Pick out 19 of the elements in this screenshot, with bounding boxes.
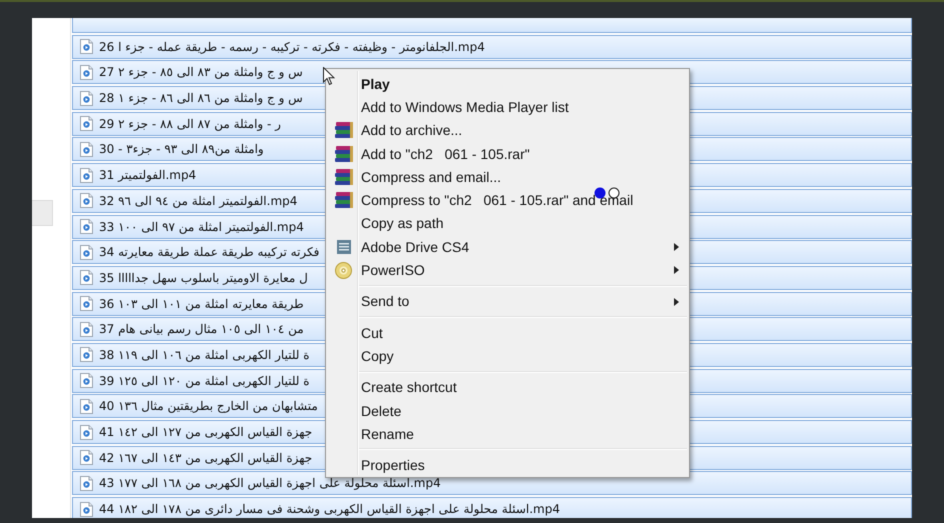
file-name: 34 فكرته تركيبه طريقة عملة طريقة معايرته	[99, 246, 320, 258]
file-name: 42 جهزة القياس الكهربى من ١٤٣ الى ١٦٧	[99, 452, 312, 464]
file-name: 32 الفولتميتر امثلة من ٩٤ الى ٩٦.mp4	[99, 194, 298, 207]
file-name: 28 س و ج وامثلة من ٨٦ الى ٨٦ - جزء ١	[99, 92, 303, 104]
file-name: 38 ة للتيار الكهربى امثلة من ١٠٦ الى ١١٩	[99, 348, 310, 361]
file-name: 39 ة للتيار الكهربى امثلة من ١٢٠ الى ١٢٥	[99, 374, 310, 387]
file-name: 27 س و ج وامثلة من ٨٣ الى ٨٥ - جزء ٢	[99, 66, 303, 78]
file-name: 43 اسئلة محلولة على اجهزة القياس الكهربى من ١٦٨ الى ١٧٧.mp4	[99, 477, 441, 490]
file-name: 35 ل معايرة الاوميتر باسلوب سهل جدااااا	[99, 272, 308, 284]
file-name: 31 الفولتميتر.mp4	[99, 169, 196, 182]
file-name: 33 الفولتميتر امثلة من ٩٧ الى ١٠٠.mp4	[99, 220, 304, 232]
file-name: 26 الجلفانومتر - وظيفته - فكرته - تركيبه - رسمه - طريقة عمله - جزء ا.mp4	[99, 40, 485, 53]
file-name: 40 متشابهان من الخارج بطريقتين مثال ١٣٦	[99, 400, 318, 412]
file-name: 30 - وامثلة من٨٩ الى ٩٣ - جزء٣	[99, 143, 264, 156]
file-name: 44 اسئلة محلولة على اجهزة القياس الكهربى وشحنة فى مسار دائرى من ١٧٨ الى ١٨٢.mp4	[99, 503, 560, 516]
file-name: 41 جهزة القياس الكهربى من ١٢٧ الى ١٤٢	[99, 426, 312, 438]
file-name: 37 من ١٠٤ الى ١٠٥ مثال رسم بيانى هام	[99, 323, 304, 336]
file-name: 36 طريقة معايرته امثلة من ١٠١ الى ١٠٣	[99, 298, 304, 310]
file-name: 29 ر - وامثلة من ٨٧ الى ٨٨ - جزء ٢	[99, 118, 281, 130]
